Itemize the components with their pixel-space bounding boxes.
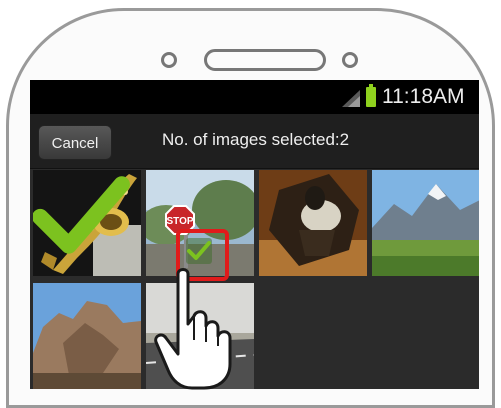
status-time: 11:18AM — [382, 85, 465, 108]
phone-sensor-right — [342, 52, 358, 68]
mountain-lake-image — [372, 170, 479, 276]
action-bar: Cancel No. of images selected:2 — [30, 114, 479, 169]
thumbnail-bronze-figure[interactable] — [259, 170, 367, 276]
rock-formation-image — [33, 283, 141, 389]
stop-sign-text: STOP — [166, 216, 193, 227]
thumbnail-mountain-lake[interactable] — [372, 170, 479, 276]
pointing-hand-icon — [154, 268, 232, 390]
check-icon — [33, 176, 130, 254]
thumbnail-saxophone[interactable] — [33, 170, 141, 276]
thumbnail-rock-formation[interactable] — [33, 283, 141, 389]
selection-count-title: No. of images selected:2 — [162, 130, 350, 149]
phone-speaker — [204, 49, 326, 71]
signal-icon — [342, 90, 360, 107]
cancel-button[interactable]: Cancel — [38, 125, 112, 160]
bronze-figure-image — [259, 170, 367, 276]
battery-icon — [366, 84, 376, 107]
phone-sensor-left — [161, 52, 177, 68]
status-bar: 11:18AM — [30, 80, 479, 114]
